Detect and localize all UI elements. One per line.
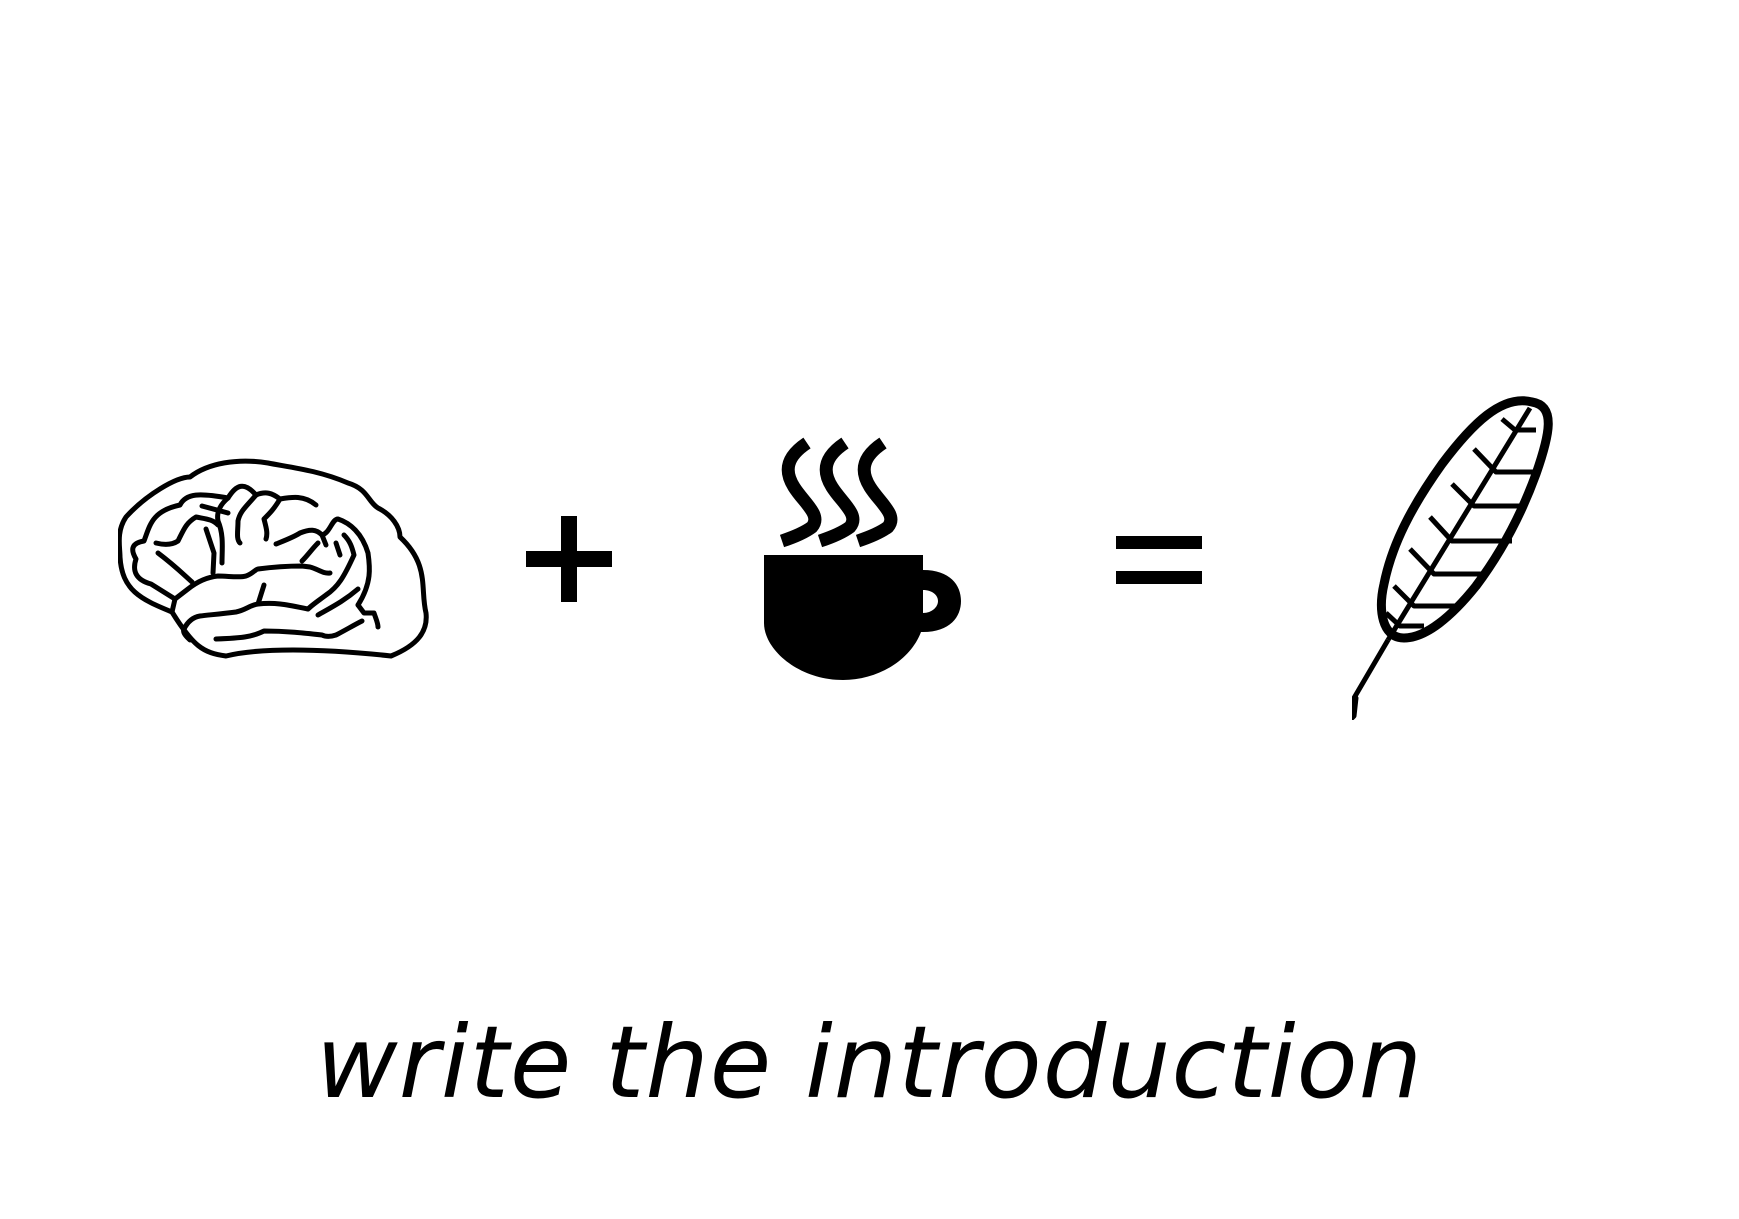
brain-icon — [118, 458, 429, 659]
caption: write the introduction — [315, 1004, 1424, 1121]
quill-icon — [1352, 396, 1553, 720]
equals-icon — [1116, 536, 1202, 584]
plus-icon — [526, 516, 612, 602]
coffee-icon — [764, 437, 961, 680]
